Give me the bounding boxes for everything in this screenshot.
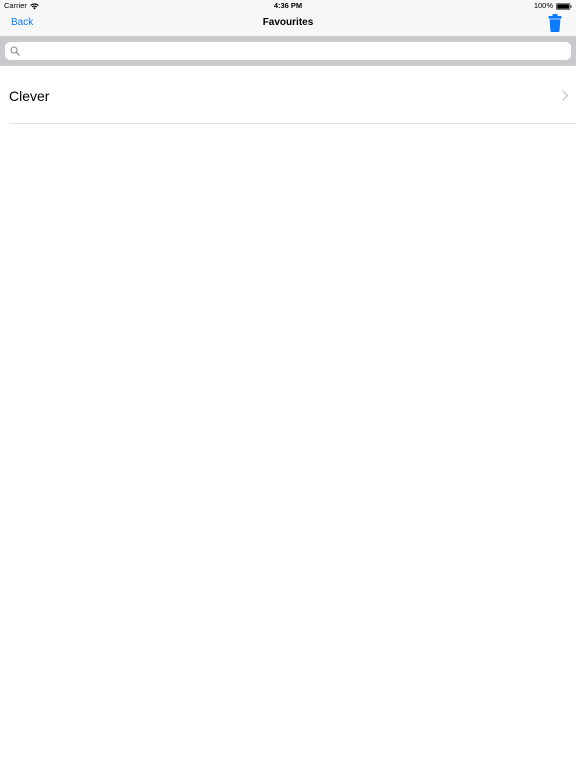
status-right: 100% [534,0,572,12]
search-field[interactable] [5,42,571,60]
battery-icon [556,2,572,10]
page-title: Favourites [262,17,314,28]
search-icon [10,46,20,56]
chevron-right-icon [562,90,569,101]
status-time: 4:36 PM [273,1,303,10]
list-item[interactable]: Clever [0,68,576,124]
status-bar: Carrier 4:36 PM 100% [0,0,576,12]
battery-percentage: 100% [533,1,553,10]
search-input[interactable] [23,42,563,60]
list-item-label: Clever [9,88,50,104]
navigation-bar: Back Favourites [0,12,576,36]
row-separator [9,123,576,124]
trash-icon[interactable] [548,14,562,32]
search-bar [0,36,576,66]
